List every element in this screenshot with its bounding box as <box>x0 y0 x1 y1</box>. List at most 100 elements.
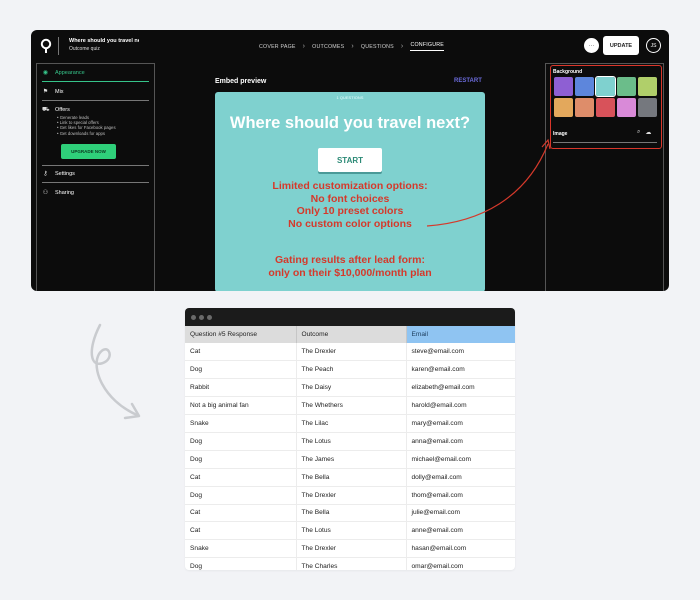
window-dot-icon <box>207 315 212 320</box>
cell-email[interactable]: mary@email.com <box>405 414 515 433</box>
color-swatch[interactable] <box>638 98 657 117</box>
color-swatch-grid <box>554 76 658 117</box>
window-titlebar <box>185 308 515 326</box>
cell-response[interactable]: Snake <box>185 539 297 559</box>
cell-response[interactable]: Cat <box>185 504 297 523</box>
cell-email[interactable]: dolly@email.com <box>405 468 515 487</box>
sidebar-item-mix[interactable]: ⚑ Mix <box>42 88 64 96</box>
background-label: Background <box>553 69 583 75</box>
cell-response[interactable]: Snake <box>185 414 297 433</box>
quiz-editor-window: Where should you travel ne... Outcome qu… <box>31 30 669 291</box>
step-questions[interactable]: QUESTIONS <box>361 44 394 50</box>
sidebar-item-appearance[interactable]: ◉ Appearance <box>42 69 85 77</box>
cell-response[interactable]: Dog <box>185 432 297 451</box>
cell-email[interactable]: michael@email.com <box>405 450 515 469</box>
column-header-outcome[interactable]: Outcome <box>296 326 407 343</box>
table-row: Cat The Bella julie@email.com <box>185 504 515 523</box>
color-swatch[interactable] <box>575 77 594 96</box>
cell-email[interactable]: karen@email.com <box>405 360 515 380</box>
table-row: Cat The Lotus anne@email.com <box>185 521 515 541</box>
cell-outcome[interactable]: The Charles <box>296 557 407 570</box>
cell-email[interactable]: steve@email.com <box>405 343 515 362</box>
restart-link[interactable]: RESTART <box>454 78 482 84</box>
color-swatch[interactable] <box>617 98 636 117</box>
color-swatch[interactable] <box>595 76 616 97</box>
cell-response[interactable]: Dog <box>185 557 297 570</box>
table-row: Dog The Peach karen@email.com <box>185 360 515 380</box>
color-swatch[interactable] <box>638 77 657 96</box>
table-body: Cat The Drexler steve@email.com Dog The Peac… <box>185 343 515 570</box>
cell-email[interactable]: anna@email.com <box>405 432 515 451</box>
cell-response[interactable]: Dog <box>185 450 297 469</box>
column-header-response[interactable]: Question #5 Response <box>185 326 297 343</box>
cell-email[interactable]: hasan@email.com <box>405 539 515 559</box>
cell-outcome[interactable]: The Bella <box>296 504 407 523</box>
window-dot-icon <box>191 315 196 320</box>
cell-outcome[interactable]: The Bella <box>296 468 407 487</box>
cell-response[interactable]: Cat <box>185 468 297 487</box>
annotation-line: Gating results after lead form: <box>275 254 425 266</box>
step-cover-page[interactable]: COVER PAGE <box>259 44 296 50</box>
cell-response[interactable]: Dog <box>185 360 297 380</box>
color-swatch[interactable] <box>575 98 594 117</box>
table-row: Cat The Bella dolly@email.com <box>185 468 515 487</box>
avatar[interactable]: JS <box>646 38 661 53</box>
eye-icon: ◉ <box>42 70 49 76</box>
cell-outcome[interactable]: The Peach <box>296 360 407 380</box>
cell-response[interactable]: Cat <box>185 343 297 362</box>
key-icon: ⚷ <box>43 171 48 177</box>
cell-outcome[interactable]: The Lotus <box>296 521 407 541</box>
offers-feature-list: • Generate leads • Link to special offer… <box>57 115 116 136</box>
more-options-button[interactable]: ··· <box>584 38 599 53</box>
column-header-email[interactable]: Email <box>406 326 515 343</box>
start-button[interactable]: START <box>318 148 382 172</box>
upload-icon[interactable]: ☁ <box>645 129 651 136</box>
table-row: Rabbit The Daisy elizabeth@email.com <box>185 378 515 398</box>
quiz-question: Where should you travel next? <box>229 114 471 132</box>
cell-response[interactable]: Not a big animal fan <box>185 396 297 416</box>
annotation-line: Only 10 preset colors <box>296 205 404 217</box>
cell-email[interactable]: omar@email.com <box>405 557 515 570</box>
update-button[interactable]: UPDATE <box>603 36 639 55</box>
annotation-line: only on their $10,000/month plan <box>268 266 432 279</box>
cell-response[interactable]: Cat <box>185 521 297 541</box>
step-configure[interactable]: CONFIGURE <box>410 42 445 51</box>
cell-email[interactable]: harold@email.com <box>405 396 515 416</box>
color-swatch[interactable] <box>596 98 615 117</box>
image-actions: ⌕ ☁ <box>637 129 651 136</box>
list-item: • Get likes for Facebook pages <box>57 125 116 131</box>
cell-outcome[interactable]: The Drexler <box>296 486 407 505</box>
sidebar-item-offers[interactable]: ⛟ Offers <box>42 106 70 114</box>
cell-response[interactable]: Rabbit <box>185 378 297 398</box>
cell-outcome[interactable]: The Drexler <box>296 539 407 559</box>
sidebar-item-sharing[interactable]: ⚇ Sharing <box>42 189 74 197</box>
sidebar-item-label: Mix <box>55 88 64 95</box>
step-outcomes[interactable]: OUTCOMES <box>312 44 344 50</box>
cell-outcome[interactable]: The Daisy <box>296 378 407 398</box>
color-swatch[interactable] <box>617 77 636 96</box>
quiz-type: Outcome quiz <box>69 46 100 52</box>
cell-email[interactable]: thom@email.com <box>405 486 515 505</box>
annotation-line: No font choices <box>310 192 390 205</box>
cell-outcome[interactable]: The Drexler <box>296 343 407 362</box>
cell-email[interactable]: elizabeth@email.com <box>405 378 515 398</box>
divider <box>553 142 657 143</box>
upgrade-now-button[interactable]: UPGRADE NOW <box>61 144 116 159</box>
search-icon[interactable]: ⌕ <box>637 129 640 136</box>
cell-outcome[interactable]: The Lotus <box>296 432 407 451</box>
embed-preview-title: Embed preview <box>215 78 267 85</box>
annotation-line: No custom color options <box>288 217 412 230</box>
window-dot-icon <box>199 315 204 320</box>
list-item: • Get downloads for apps <box>57 130 106 136</box>
cell-outcome[interactable]: The James <box>296 450 407 469</box>
cell-email[interactable]: anne@email.com <box>405 521 515 541</box>
color-swatch[interactable] <box>554 77 573 96</box>
share-icon: ⚇ <box>42 190 49 196</box>
cell-outcome[interactable]: The Whethers <box>296 396 407 416</box>
step-nav: COVER PAGE › OUTCOMES › QUESTIONS › CONF… <box>259 42 445 51</box>
cell-email[interactable]: julie@email.com <box>405 504 515 523</box>
cell-outcome[interactable]: The Lilac <box>296 414 407 433</box>
cell-response[interactable]: Dog <box>185 486 297 505</box>
color-swatch[interactable] <box>554 98 573 117</box>
sidebar-item-settings[interactable]: ⚷ Settings <box>42 170 75 178</box>
